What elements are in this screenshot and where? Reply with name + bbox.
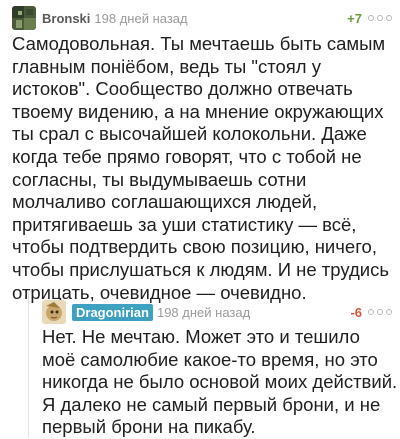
comment-rating: +7 bbox=[347, 10, 362, 26]
user-avatar[interactable] bbox=[42, 300, 66, 324]
more-options-icon[interactable] bbox=[368, 15, 392, 21]
avatar-image bbox=[42, 300, 66, 324]
author-name[interactable]: Dragoniriаn bbox=[72, 303, 153, 321]
comment-rating: -6 bbox=[350, 304, 362, 320]
more-options-icon[interactable] bbox=[368, 309, 392, 315]
author-name[interactable]: Bronski bbox=[42, 11, 90, 26]
comment-header: Bronski 198 дней назад +7 bbox=[12, 6, 392, 30]
avatar-image bbox=[12, 6, 36, 30]
thread-line[interactable] bbox=[28, 292, 29, 438]
comment-time[interactable]: 198 дней назад bbox=[94, 11, 187, 26]
comment-text: Самодовольная. Ты мечтаешь быть самым гл… bbox=[12, 33, 390, 303]
comment-header: Dragoniriаn 198 дней назад -6 bbox=[42, 300, 392, 324]
user-avatar[interactable] bbox=[12, 6, 36, 30]
comment-time[interactable]: 198 дней назад bbox=[157, 305, 250, 320]
comment-text: Нет. Не мечтаю. Может это и тешило моё с… bbox=[42, 326, 398, 438]
